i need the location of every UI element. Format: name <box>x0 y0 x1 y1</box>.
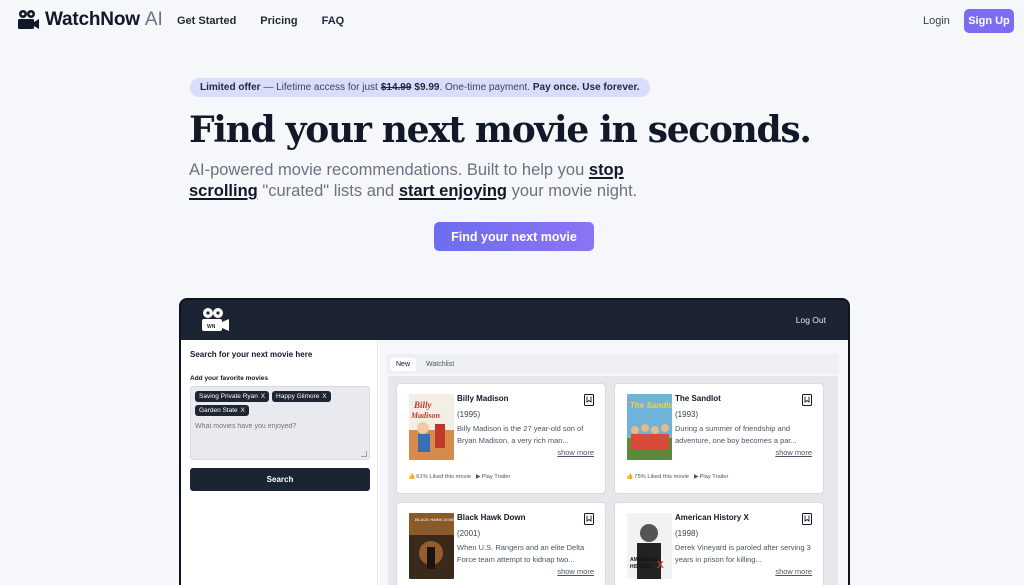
favorites-label: Add your favorite movies <box>190 375 269 382</box>
movie-card: AMERICAN HISTORY X American History X (1… <box>614 502 824 585</box>
sub-part-1: AI-powered movie recommendations. Built … <box>189 161 585 179</box>
movie-card: Billy Madison Billy Madison (1995) Billy… <box>396 383 606 494</box>
remove-chip-icon[interactable]: X <box>240 407 244 414</box>
app-header: WN Log Out <box>181 300 848 340</box>
svg-text:HISTORY: HISTORY <box>630 564 653 570</box>
movie-year: (1993) <box>675 410 699 419</box>
movie-meta: 👍 75% Liked this movie ▶ Play Trailer <box>626 474 728 480</box>
nav-links: Get Started Pricing FAQ <box>177 15 344 27</box>
chip-saving-private-ryan[interactable]: Saving Private Ryan X <box>195 391 270 402</box>
show-more-link[interactable]: show more <box>775 448 812 457</box>
svg-text:AMERICAN: AMERICAN <box>630 557 657 563</box>
svg-text:X: X <box>657 560 664 571</box>
nav-get-started[interactable]: Get Started <box>177 15 236 27</box>
offer-new-price: $9.99 <box>414 82 440 93</box>
sub-start-enjoying: start enjoying <box>398 182 508 200</box>
tab-watchlist[interactable]: Watchlist <box>420 358 460 371</box>
movie-description: When U.S. Rangers and an elite Delta For… <box>457 543 585 564</box>
svg-text:BLACK HAWK DOWN: BLACK HAWK DOWN <box>415 517 454 522</box>
offer-tail: One-time payment. <box>445 82 531 93</box>
search-sidebar: Search for your next movie here Add your… <box>181 340 378 585</box>
chip-happy-gilmore[interactable]: Happy Gilmore X <box>272 391 331 402</box>
movie-description: During a summer of friendship and advent… <box>675 424 797 445</box>
sub-part-3: your movie night. <box>511 182 638 200</box>
movie-meta: 👍 61% Liked this movie ▶ Play Trailer <box>408 474 510 480</box>
movie-poster: BLACK HAWK DOWN <box>409 513 454 579</box>
offer-banner: Limited offer — Lifetime access for just… <box>190 78 650 97</box>
bookmark-icon[interactable] <box>802 513 812 525</box>
app-logo-icon: WN <box>202 308 229 331</box>
liked-stat: 👍 61% Liked this movie <box>408 474 471 480</box>
movie-chips: Saving Private Ryan X Happy Gilmore X Ga… <box>195 391 367 416</box>
tab-new[interactable]: New <box>390 357 417 371</box>
app-body: Search for your next movie here Add your… <box>181 340 848 585</box>
svg-text:WN: WN <box>207 324 216 330</box>
play-icon: ▶ <box>694 474 699 480</box>
hero-headline: Find your next movie in seconds. <box>189 109 812 151</box>
movie-title: Billy Madison <box>457 394 509 403</box>
movie-year: (1998) <box>675 529 699 538</box>
chip-garden-state[interactable]: Garden State X <box>195 405 249 416</box>
offer-old-price: $14.99 <box>380 82 412 93</box>
liked-stat: 👍 75% Liked this movie <box>626 474 689 480</box>
offer-label: Limited offer <box>200 82 261 93</box>
logout-link[interactable]: Log Out <box>796 315 826 325</box>
nav-pricing[interactable]: Pricing <box>260 15 297 27</box>
brand-logo[interactable]: WatchNow AI <box>16 9 163 31</box>
remove-chip-icon[interactable]: X <box>261 393 265 400</box>
show-more-link[interactable]: show more <box>775 567 812 576</box>
offer-text: — Lifetime access for just <box>263 82 378 93</box>
show-more-link[interactable]: show more <box>557 448 594 457</box>
movie-poster: The Sandlot <box>627 394 672 460</box>
movie-title: Black Hawk Down <box>457 513 526 522</box>
movie-poster: Billy Madison <box>409 394 454 460</box>
svg-text:The Sandlot: The Sandlot <box>630 401 672 410</box>
sub-part-2: "curated" lists and <box>262 182 395 200</box>
movie-year: (1995) <box>457 410 481 419</box>
remove-chip-icon[interactable]: X <box>322 393 326 400</box>
signup-button[interactable]: Sign Up <box>964 9 1014 33</box>
movie-card: BLACK HAWK DOWN Black Hawk Down (2001) W… <box>396 502 606 585</box>
favorite-movies-box[interactable]: Saving Private Ryan X Happy Gilmore X Ga… <box>190 386 370 460</box>
movie-poster: AMERICAN HISTORY X <box>627 513 672 579</box>
svg-text:Billy: Billy <box>413 400 433 410</box>
movie-title: American History X <box>675 513 749 522</box>
top-nav: WatchNow AI Get Started Pricing FAQ Logi… <box>0 0 1024 42</box>
film-camera-icon <box>18 10 39 29</box>
results-panel: New Watchlist Billy Madison Billy Madiso… <box>379 340 848 585</box>
brand-name: WatchNow <box>45 9 140 30</box>
svg-text:Madison: Madison <box>410 411 440 420</box>
play-trailer-link[interactable]: ▶ Play Trailer <box>694 474 728 480</box>
movie-year: (2001) <box>457 529 481 538</box>
search-button[interactable]: Search <box>190 468 370 491</box>
offer-bold-tail: Pay once. Use forever. <box>532 82 640 93</box>
thumbs-up-icon: 👍 <box>626 474 634 480</box>
nav-faq[interactable]: FAQ <box>322 15 345 27</box>
bookmark-icon[interactable] <box>584 394 594 406</box>
movie-description: Derek Vineyard is paroled after serving … <box>675 543 811 564</box>
hero-subline: AI-powered movie recommendations. Built … <box>189 160 689 202</box>
app-preview: WN Log Out Search for your next movie he… <box>179 298 850 585</box>
resize-handle-icon[interactable] <box>361 451 367 457</box>
bookmark-icon[interactable] <box>802 394 812 406</box>
movie-description: Billy Madison is the 27 year-old son of … <box>457 424 584 445</box>
results-tabs: New Watchlist <box>387 354 839 374</box>
play-icon: ▶ <box>476 474 481 480</box>
login-link[interactable]: Login <box>923 15 950 27</box>
find-movie-button[interactable]: Find your next movie <box>434 222 594 251</box>
movie-grid: Billy Madison Billy Madison (1995) Billy… <box>388 376 838 585</box>
sidebar-title: Search for your next movie here <box>190 350 313 359</box>
show-more-link[interactable]: show more <box>557 567 594 576</box>
bookmark-icon[interactable] <box>584 513 594 525</box>
movie-card: The Sandlot The Sandlot (1993) During a … <box>614 383 824 494</box>
brand-suffix: AI <box>144 9 163 30</box>
play-trailer-link[interactable]: ▶ Play Trailer <box>476 474 510 480</box>
movie-input[interactable] <box>195 423 365 430</box>
thumbs-up-icon: 👍 <box>408 474 416 480</box>
movie-title: The Sandlot <box>675 394 721 403</box>
